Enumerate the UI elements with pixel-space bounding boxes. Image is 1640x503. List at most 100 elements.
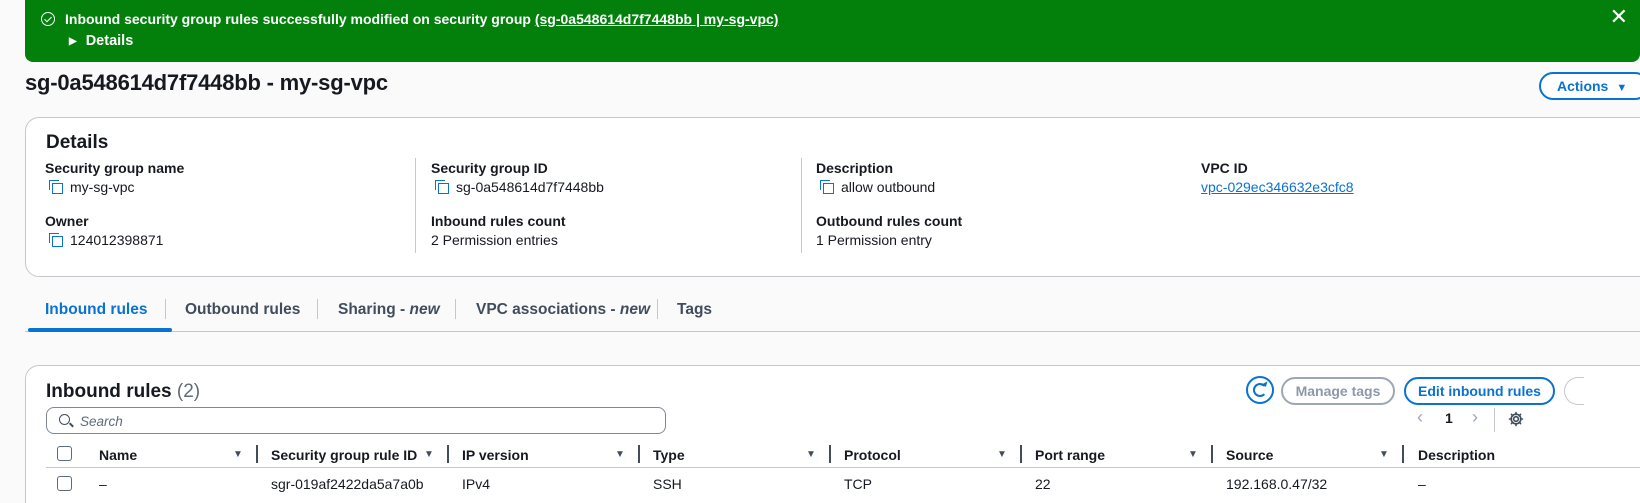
copy-icon[interactable] xyxy=(820,180,834,194)
column-header-ip-version[interactable]: IP version xyxy=(462,447,529,463)
active-tab-indicator xyxy=(28,328,172,332)
field-label: Outbound rules count xyxy=(816,213,963,229)
gear-icon[interactable] xyxy=(1508,411,1524,427)
actions-label: Actions xyxy=(1557,78,1609,94)
cell-source: 192.168.0.47/32 xyxy=(1226,476,1328,492)
field-label: Security group name xyxy=(45,160,185,176)
field-label: VPC ID xyxy=(1201,160,1248,176)
tab-divider xyxy=(317,299,318,319)
column-resizer[interactable] xyxy=(1020,445,1022,463)
row-checkbox[interactable] xyxy=(57,476,72,491)
column-divider xyxy=(801,158,802,253)
inbound-rules-container: Inbound rules (2) Manage tags Edit inbou… xyxy=(25,365,1640,503)
field-label: Description xyxy=(816,160,894,176)
column-resizer[interactable] xyxy=(447,445,449,463)
tab-tags[interactable]: Tags xyxy=(677,301,712,319)
field-label: Inbound rules count xyxy=(431,213,566,229)
tab-list: Inbound rules Outbound rules Sharing - n… xyxy=(25,290,1640,332)
cell-ip-version: IPv4 xyxy=(462,476,491,492)
cell-rule-id: sgr-019af2422da5a7a0b xyxy=(271,476,424,492)
sort-caret-icon[interactable]: ▼ xyxy=(424,449,434,460)
details-container: Details Security group name my-sg-vpc Se… xyxy=(25,117,1640,277)
pager-divider xyxy=(1494,408,1495,432)
flash-details-toggle[interactable]: ▶ Details xyxy=(69,33,133,49)
column-header-name[interactable]: Name xyxy=(99,447,137,463)
column-header-description[interactable]: Description xyxy=(1418,447,1495,463)
tab-vpc-associations[interactable]: VPC associations - new xyxy=(476,301,650,319)
tab-divider xyxy=(657,299,658,319)
copy-icon[interactable] xyxy=(49,180,63,194)
sort-caret-icon[interactable]: ▼ xyxy=(806,449,816,460)
flash-details-label: Details xyxy=(85,33,134,49)
new-badge: new xyxy=(409,301,440,318)
caret-down-icon: ▼ xyxy=(1616,82,1628,94)
column-resizer[interactable] xyxy=(1211,445,1213,463)
vpc-id-link[interactable]: vpc-029ec346632e3cfc8 xyxy=(1201,179,1354,195)
field-value: my-sg-vpc xyxy=(70,179,135,195)
cell-protocol: TCP xyxy=(844,476,872,492)
select-all-checkbox[interactable] xyxy=(57,446,72,461)
security-group-name-field: Security group name my-sg-vpc xyxy=(45,160,184,195)
refresh-icon[interactable] xyxy=(1246,376,1274,404)
security-group-id-field: Security group ID sg-0a548614d7f7448bb xyxy=(431,160,604,195)
tab-label: VPC associations - xyxy=(476,301,620,318)
field-value: sg-0a548614d7f7448bb xyxy=(456,179,604,195)
column-header-rule-id[interactable]: Security group rule ID xyxy=(271,447,417,463)
flash-message-text: Inbound security group rules successfull… xyxy=(65,11,535,27)
inbound-rules-heading: Inbound rules (2) xyxy=(46,381,200,403)
actions-button[interactable]: Actions ▼ xyxy=(1539,72,1640,100)
field-value: 2 Permission entries xyxy=(431,232,558,248)
cell-name: – xyxy=(99,476,107,492)
copy-icon[interactable] xyxy=(49,233,63,247)
field-value: 1 Permission entry xyxy=(816,232,932,248)
field-value: 124012398871 xyxy=(70,232,164,248)
column-header-type[interactable]: Type xyxy=(653,447,685,463)
field-label: Security group ID xyxy=(431,160,548,176)
column-resizer[interactable] xyxy=(1402,445,1404,463)
chevron-left-icon[interactable]: ‹ xyxy=(1417,407,1423,428)
field-label: Owner xyxy=(45,213,89,229)
outbound-rules-count-field: Outbound rules count 1 Permission entry xyxy=(816,213,962,248)
column-resizer[interactable] xyxy=(638,445,640,463)
cell-description: – xyxy=(1418,476,1426,492)
tab-outbound-rules[interactable]: Outbound rules xyxy=(185,301,300,319)
search-input[interactable] xyxy=(80,411,640,431)
manage-tags-button[interactable]: Manage tags xyxy=(1281,377,1395,405)
check-circle-icon xyxy=(41,12,55,26)
tab-sharing[interactable]: Sharing - new xyxy=(338,301,440,319)
column-resizer[interactable] xyxy=(829,445,831,463)
flash-message: Inbound security group rules successfull… xyxy=(65,11,778,27)
inbound-rules-count-field: Inbound rules count 2 Permission entries xyxy=(431,213,566,248)
caret-right-icon: ▶ xyxy=(69,36,77,47)
description-field: Description allow outbound xyxy=(816,160,935,195)
column-resizer[interactable] xyxy=(256,445,258,463)
column-header-source[interactable]: Source xyxy=(1226,447,1273,463)
cell-port-range: 22 xyxy=(1035,476,1051,492)
copy-icon[interactable] xyxy=(435,180,449,194)
chevron-right-icon[interactable]: › xyxy=(1472,407,1478,428)
table-row[interactable]: – sgr-019af2422da5a7a0b IPv4 SSH TCP 22 … xyxy=(46,468,1640,498)
inbound-rules-count: (2) xyxy=(176,381,201,402)
flash-security-group-link[interactable]: (sg-0a548614d7f7448bb | my-sg-vpc) xyxy=(535,11,779,27)
search-bar xyxy=(46,407,666,434)
tab-inbound-rules[interactable]: Inbound rules xyxy=(45,301,147,319)
column-header-port-range[interactable]: Port range xyxy=(1035,447,1105,463)
tab-divider xyxy=(455,299,456,319)
table-header: Name ▼ Security group rule ID ▼ IP versi… xyxy=(46,440,1640,468)
new-badge: new xyxy=(619,301,651,318)
tab-label: Sharing - xyxy=(338,301,410,318)
inbound-rules-title: Inbound rules xyxy=(46,381,172,402)
more-actions-button[interactable] xyxy=(1564,377,1584,405)
page-number[interactable]: 1 xyxy=(1445,410,1453,426)
sort-caret-icon[interactable]: ▼ xyxy=(1188,449,1198,460)
tab-divider xyxy=(165,299,166,319)
close-icon[interactable]: ✕ xyxy=(1610,6,1628,28)
sort-caret-icon[interactable]: ▼ xyxy=(615,449,625,460)
column-divider xyxy=(415,158,416,253)
edit-inbound-rules-button[interactable]: Edit inbound rules xyxy=(1404,377,1555,405)
column-header-protocol[interactable]: Protocol xyxy=(844,447,901,463)
sort-caret-icon[interactable]: ▼ xyxy=(997,449,1007,460)
sort-caret-icon[interactable]: ▼ xyxy=(233,449,243,460)
sort-caret-icon[interactable]: ▼ xyxy=(1379,449,1389,460)
success-flash-banner: Inbound security group rules successfull… xyxy=(25,0,1640,62)
